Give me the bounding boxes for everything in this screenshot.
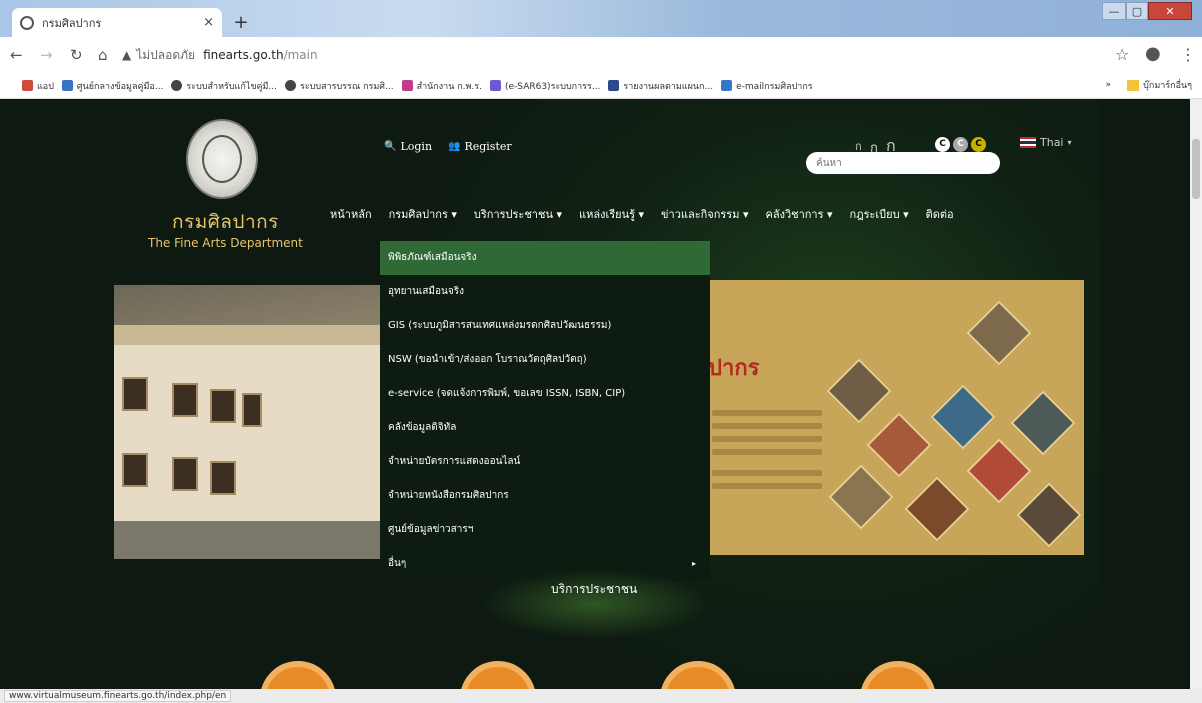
dropdown-item-label: อื่นๆ xyxy=(388,558,407,569)
bookmarks-other-label: บุ๊กมาร์กอื่นๆ xyxy=(1143,81,1192,91)
menu-icon[interactable]: ⋮ xyxy=(1180,45,1196,64)
hero-banner-image: ปากร xyxy=(708,280,1084,555)
browser-tab[interactable]: กรมศิลปากร × xyxy=(12,8,222,37)
folder-icon xyxy=(1127,79,1140,91)
star-icon[interactable]: ☆ xyxy=(1115,45,1129,64)
thai-flag-icon xyxy=(1020,137,1036,148)
forward-icon[interactable]: → xyxy=(40,46,53,64)
bookmarks-other[interactable]: » บุ๊กมาร์กอื่นๆ xyxy=(1106,78,1192,92)
bookmark-label: ระบบสำหรับแก้ไขคู่มื... xyxy=(186,81,278,92)
dropdown-item-digital-archive[interactable]: คลังข้อมูลดิจิทัล xyxy=(380,411,710,445)
tab-title: กรมศิลปากร xyxy=(42,16,102,30)
close-window-button[interactable]: ✕ xyxy=(1148,2,1192,20)
nav-department[interactable]: กรมศิลปากร ▾ xyxy=(389,205,457,223)
bookmark-icon xyxy=(61,80,73,91)
bookmark-label: แอป xyxy=(37,81,54,92)
bookmark-label: ระบบสารบรรณ กรมศิ... xyxy=(300,81,394,92)
tab-strip: กรมศิลปากร × + — ▢ ✕ xyxy=(0,0,1202,37)
register-label: Register xyxy=(464,140,512,153)
globe-icon xyxy=(171,80,183,91)
banner-heading: ปากร xyxy=(708,355,760,381)
bookmarks-overflow-icon[interactable]: » xyxy=(1106,80,1112,90)
contrast-gray-button[interactable]: C xyxy=(953,137,968,152)
maximize-button[interactable]: ▢ xyxy=(1126,2,1148,20)
language-selector[interactable]: Thai ▾ xyxy=(1020,136,1072,149)
department-seal-logo[interactable] xyxy=(186,119,258,199)
nav-home[interactable]: หน้าหลัก xyxy=(330,205,372,223)
public-services-dropdown: พิพิธภัณฑ์เสมือนจริง อุทยานเสมือนจริง GI… xyxy=(380,241,710,581)
nav-public-services[interactable]: บริการประชาชน ▾ xyxy=(474,205,562,223)
dropdown-item-nsw[interactable]: NSW (ขอนำเข้า/ส่งออก โบราณวัตถุศิลปวัตถุ… xyxy=(380,343,710,377)
dropdown-item-online-tickets[interactable]: จำหน่ายบัตรการแสดงออนไลน์ xyxy=(380,445,710,479)
search-input[interactable] xyxy=(806,152,1000,174)
status-url: www.virtualmuseum.finearts.go.th/index.p… xyxy=(4,690,232,702)
page-content: กรมศิลปากร The Fine Arts Department 🔍 Lo… xyxy=(0,99,1190,689)
nav-news-activities[interactable]: ข่าวและกิจกรรม ▾ xyxy=(661,205,748,223)
register-link[interactable]: 👥 Register xyxy=(448,140,512,153)
contrast-yellow-button[interactable]: C xyxy=(971,137,986,152)
nav-regulations[interactable]: กฎระเบียบ ▾ xyxy=(850,205,909,223)
service-circle-icon[interactable] xyxy=(260,661,336,689)
bookmark-label: (e-SAR63)ระบบการร... xyxy=(505,81,601,92)
dropdown-item-books[interactable]: จำหน่ายหนังสือกรมศิลปากร xyxy=(380,479,710,513)
bookmark-label: รายงานผลตามแผนก... xyxy=(623,81,714,92)
nav-academic[interactable]: คลังวิชาการ ▾ xyxy=(765,205,832,223)
dropdown-item-virtual-park[interactable]: อุทยานเสมือนจริง xyxy=(380,275,710,309)
bookmark-label: สำนักงาน ก.พ.ร. xyxy=(416,81,483,92)
section-title-services: บริการประชาชน xyxy=(551,582,638,596)
dropdown-item-info-center[interactable]: ศูนย์ข้อมูลข่าวสารฯ xyxy=(380,513,710,547)
brand-title-en: The Fine Arts Department xyxy=(148,236,303,250)
bookmark-item[interactable]: สำนักงาน ก.พ.ร. xyxy=(401,79,483,93)
bookmark-icon xyxy=(490,80,502,91)
login-label: Login xyxy=(400,140,433,153)
bookmarks-bar: แอป ศูนย์กลางข้อมูลคู่มือ... ระบบสำหรับแ… xyxy=(0,73,1202,99)
minimize-button[interactable]: — xyxy=(1102,2,1126,20)
apps-icon xyxy=(22,80,33,91)
browser-toolbar: ← → ↻ ⌂ ▲ ไม่ปลอดภัย finearts.go.th /mai… xyxy=(0,37,1202,73)
address-bar[interactable]: ▲ ไม่ปลอดภัย finearts.go.th /main xyxy=(122,43,1082,67)
sheet-icon xyxy=(608,80,620,91)
back-icon[interactable]: ← xyxy=(10,46,23,64)
bookmark-item[interactable]: แอป xyxy=(22,79,54,93)
language-label: Thai xyxy=(1040,136,1064,149)
warning-icon[interactable]: ▲ xyxy=(122,48,131,62)
bookmark-item[interactable]: ศูนย์กลางข้อมูลคู่มือ... xyxy=(61,79,164,93)
close-tab-icon[interactable]: × xyxy=(203,15,214,30)
hero-building-image xyxy=(114,285,382,559)
chevron-down-icon: ▾ xyxy=(1067,138,1072,147)
status-bar: www.virtualmuseum.finearts.go.th/index.p… xyxy=(0,689,1202,703)
dropdown-item-virtual-museum[interactable]: พิพิธภัณฑ์เสมือนจริง xyxy=(380,241,710,275)
security-label[interactable]: ไม่ปลอดภัย xyxy=(136,46,195,65)
bookmark-item[interactable]: e-mailกรมศิลปากร xyxy=(721,79,813,93)
bookmark-icon xyxy=(401,80,413,91)
home-icon[interactable]: ⌂ xyxy=(98,46,108,64)
dropdown-item-e-service[interactable]: e-service (จดแจ้งการพิมพ์, ขอเลข ISSN, I… xyxy=(380,377,710,411)
user-add-icon: 👥 xyxy=(448,141,461,152)
contrast-normal-button[interactable]: C xyxy=(935,137,950,152)
browser-window: กรมศิลปากร × + — ▢ ✕ ← → ↻ ⌂ ▲ ไม่ปลอดภั… xyxy=(0,0,1202,703)
nav-learning-resources[interactable]: แหล่งเรียนรู้ ▾ xyxy=(579,205,644,223)
key-icon: 🔍 xyxy=(384,141,397,152)
dropdown-item-gis[interactable]: GIS (ระบบภูมิสารสนเทศแหล่งมรดกศิลปวัฒนธร… xyxy=(380,309,710,343)
bookmark-label: ศูนย์กลางข้อมูลคู่มือ... xyxy=(76,81,164,92)
bookmark-item[interactable]: รายงานผลตามแผนก... xyxy=(608,79,713,93)
url-host: finearts.go.th xyxy=(203,48,284,62)
mail-icon xyxy=(721,80,733,91)
login-link[interactable]: 🔍 Login xyxy=(384,140,432,153)
new-tab-button[interactable]: + xyxy=(231,14,251,34)
reload-icon[interactable]: ↻ xyxy=(70,46,83,64)
profile-icon[interactable]: ● xyxy=(1145,43,1161,64)
bookmark-label: e-mailกรมศิลปากร xyxy=(736,81,813,92)
nav-contact[interactable]: ติดต่อ xyxy=(926,205,954,223)
main-nav: หน้าหลัก กรมศิลปากร ▾ บริการประชาชน ▾ แห… xyxy=(330,205,971,223)
globe-icon xyxy=(20,15,34,30)
bookmark-item[interactable]: (e-SAR63)ระบบการร... xyxy=(490,79,600,93)
url-path: /main xyxy=(283,48,318,62)
globe-icon xyxy=(285,80,297,91)
brand-title-th[interactable]: กรมศิลปากร xyxy=(172,207,279,237)
bookmark-item[interactable]: ระบบสารบรรณ กรมศิ... xyxy=(285,79,394,93)
bookmark-item[interactable]: ระบบสำหรับแก้ไขคู่มื... xyxy=(171,79,277,93)
vertical-scrollbar[interactable] xyxy=(1190,99,1202,689)
